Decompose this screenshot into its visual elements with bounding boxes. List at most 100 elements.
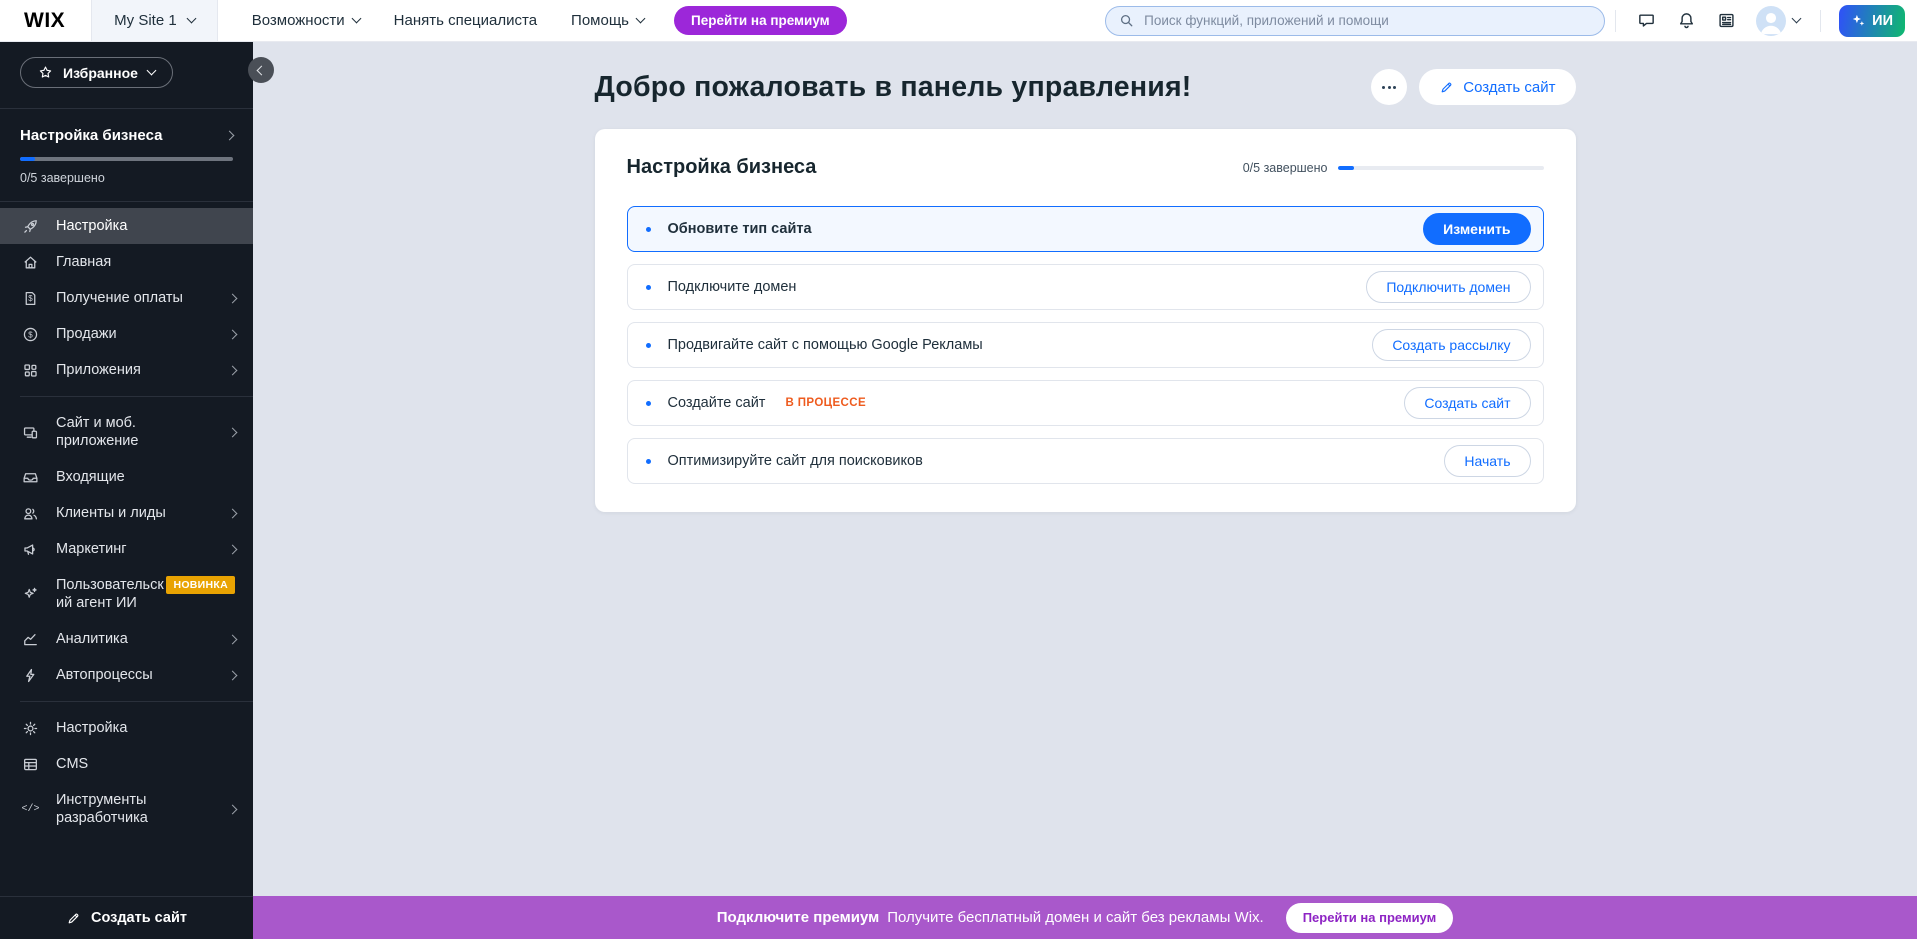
sidebar-item-dev-tools[interactable]: </> Инструменты разработчика xyxy=(0,782,253,836)
chevron-right-icon xyxy=(228,427,238,437)
wix-logo[interactable]: WIX xyxy=(0,9,91,33)
chevron-right-icon xyxy=(225,131,235,141)
sidebar-item-payments[interactable]: $ Получение оплаты xyxy=(0,280,253,316)
apps-grid-icon xyxy=(22,362,39,379)
sidebar-item-setup[interactable]: Настройка xyxy=(0,208,253,244)
search-bar[interactable] xyxy=(1105,6,1605,36)
rocket-icon xyxy=(22,218,39,235)
notifications-bell-icon[interactable] xyxy=(1666,1,1706,41)
ai-assistant-button[interactable]: ИИ xyxy=(1839,5,1905,37)
create-site-button-label: Создать сайт xyxy=(1463,79,1555,96)
sidebar-item-cms[interactable]: CMS xyxy=(0,746,253,782)
business-setup-summary[interactable]: Настройка бизнеса 0/5 завершено xyxy=(0,109,253,201)
sidebar-item-label: Настройка xyxy=(56,719,127,737)
chevron-right-icon xyxy=(228,365,238,375)
banner-bold-text: Подключите премиум xyxy=(717,909,879,926)
ai-button-label: ИИ xyxy=(1872,13,1893,29)
nav-help-label: Помощь xyxy=(571,12,629,29)
lightning-icon xyxy=(22,667,39,684)
sidebar-item-analytics[interactable]: Аналитика xyxy=(0,621,253,657)
code-icon: </> xyxy=(22,801,39,818)
sidebar-menu: Настройка Главная $ Получение оплаты $ П… xyxy=(0,202,253,896)
sidebar-item-label: Входящие xyxy=(56,468,125,486)
upgrade-premium-button[interactable]: Перейти на премиум xyxy=(674,6,847,35)
site-switcher[interactable]: My Site 1 xyxy=(91,0,218,41)
account-menu[interactable] xyxy=(1756,6,1800,36)
topbar: WIX My Site 1 Возможности Нанять специал… xyxy=(0,0,1917,42)
sidebar-item-automations[interactable]: Автопроцессы xyxy=(0,657,253,693)
task-create-campaign-button[interactable]: Создать рассылку xyxy=(1372,329,1530,361)
task-label: Продвигайте сайт с помощью Google Реклам… xyxy=(668,337,983,353)
chevron-down-icon xyxy=(186,14,196,24)
task-connect-domain-button[interactable]: Подключить домен xyxy=(1366,271,1530,303)
task-row-create-site: Создайте сайт В ПРОЦЕССЕ Создать сайт xyxy=(627,380,1544,426)
nav-hire-label: Нанять специалиста xyxy=(394,12,537,29)
setup-progress-bar xyxy=(20,157,233,161)
nav-hire-professional[interactable]: Нанять специалиста xyxy=(394,12,537,29)
nav-features[interactable]: Возможности xyxy=(252,12,360,29)
megaphone-icon xyxy=(22,541,39,558)
banner-text: Получите бесплатный домен и сайт без рек… xyxy=(887,909,1264,926)
task-label: Подключите домен xyxy=(668,279,797,295)
divider xyxy=(1615,10,1616,32)
sidebar-item-inbox[interactable]: Входящие xyxy=(0,459,253,495)
sidebar-collapse-button[interactable] xyxy=(248,57,274,83)
sidebar-item-marketing[interactable]: Маркетинг xyxy=(0,531,253,567)
card-title: Настройка бизнеса xyxy=(627,156,817,179)
sidebar-item-settings[interactable]: Настройка xyxy=(0,710,253,746)
task-row-connect-domain: Подключите домен Подключить домен xyxy=(627,264,1544,310)
pencil-icon xyxy=(1439,80,1454,95)
sidebar-item-sales[interactable]: $ Продажи xyxy=(0,316,253,352)
chat-icon[interactable] xyxy=(1626,1,1666,41)
task-status-badge: В ПРОЦЕССЕ xyxy=(785,397,866,409)
news-feed-icon[interactable] xyxy=(1706,1,1746,41)
sidebar-item-label: Маркетинг xyxy=(56,540,127,558)
sidebar-item-contacts[interactable]: Клиенты и лиды xyxy=(0,495,253,531)
svg-text:$: $ xyxy=(28,330,33,339)
avatar xyxy=(1756,6,1786,36)
sidebar-item-label: Сайт и моб. приложение xyxy=(56,414,186,450)
page-title: Добро пожаловать в панель управления! xyxy=(595,71,1192,104)
favorites-dropdown[interactable]: Избранное xyxy=(20,57,173,88)
business-setup-card: Настройка бизнеса 0/5 завершено Обновите… xyxy=(595,129,1576,512)
sidebar-item-site-and-app[interactable]: Сайт и моб. приложение xyxy=(0,405,253,459)
nav-features-label: Возможности xyxy=(252,12,345,29)
home-icon xyxy=(22,254,39,271)
sidebar-item-label: CMS xyxy=(56,755,88,773)
chevron-right-icon xyxy=(228,508,238,518)
create-site-label: Создать сайт xyxy=(91,910,187,926)
task-list: Обновите тип сайта Изменить Подключите д… xyxy=(627,206,1544,484)
chevron-down-icon xyxy=(1792,14,1802,24)
invoice-dollar-icon: $ xyxy=(22,290,39,307)
banner-premium-button[interactable]: Перейти на премиум xyxy=(1286,903,1454,933)
chevron-left-icon xyxy=(256,65,266,75)
premium-banner: Подключите премиум Получите бесплатный д… xyxy=(253,896,1917,939)
bullet-icon xyxy=(646,401,651,406)
bullet-icon xyxy=(646,343,651,348)
create-site-button[interactable]: Создать сайт xyxy=(1419,69,1575,105)
sidebar-item-label: Аналитика xyxy=(56,630,128,648)
task-create-site-button[interactable]: Создать сайт xyxy=(1404,387,1530,419)
setup-title: Настройка бизнеса xyxy=(20,127,162,144)
bullet-icon xyxy=(646,459,651,464)
sidebar-item-home[interactable]: Главная xyxy=(0,244,253,280)
task-row-seo: Оптимизируйте сайт для поисковиков Начат… xyxy=(627,438,1544,484)
divider xyxy=(1820,10,1821,32)
chevron-right-icon xyxy=(228,670,238,680)
task-row-update-site-type: Обновите тип сайта Изменить xyxy=(627,206,1544,252)
sidebar-item-label: Пользовательский агент ИИ xyxy=(56,576,168,612)
people-icon xyxy=(22,505,39,522)
sidebar-item-ai-agent[interactable]: Пользовательский агент ИИ НОВИНКА xyxy=(0,567,253,621)
more-actions-button[interactable] xyxy=(1371,69,1407,105)
search-input[interactable] xyxy=(1142,12,1591,29)
sidebar-create-site[interactable]: Создать сайт xyxy=(0,896,253,939)
table-icon xyxy=(22,756,39,773)
sidebar-item-label: Продажи xyxy=(56,325,117,343)
sidebar-item-apps[interactable]: Приложения xyxy=(0,352,253,388)
dollar-circle-icon: $ xyxy=(22,326,39,343)
site-name: My Site 1 xyxy=(114,12,177,29)
task-start-button[interactable]: Начать xyxy=(1444,445,1530,477)
task-change-button[interactable]: Изменить xyxy=(1423,213,1530,245)
new-badge: НОВИНКА xyxy=(166,576,235,594)
nav-help[interactable]: Помощь xyxy=(571,12,644,29)
